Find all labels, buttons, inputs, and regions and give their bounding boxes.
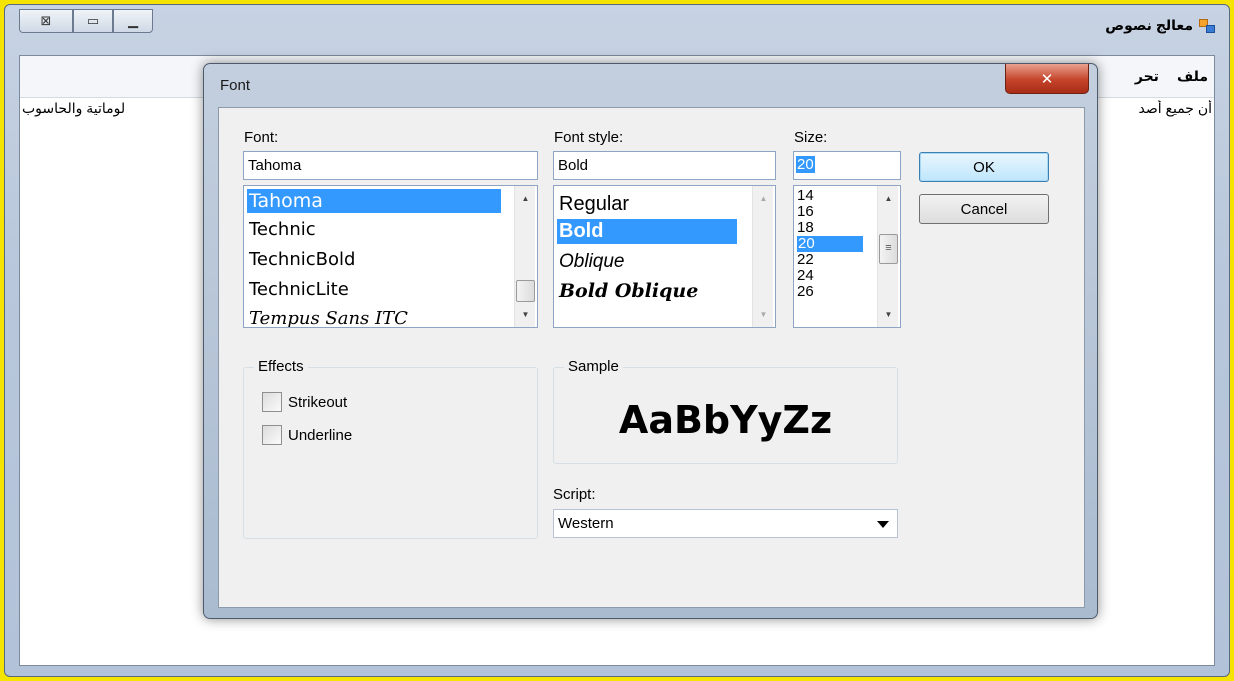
- font-list-item-tahoma[interactable]: Tahoma: [247, 189, 501, 213]
- underline-checkbox-row[interactable]: Underline: [262, 425, 352, 445]
- menu-item-edit[interactable]: تحر: [1135, 68, 1159, 85]
- size-item[interactable]: 16: [797, 204, 814, 220]
- size-label: Size:: [794, 129, 828, 146]
- dialog-title: Font: [220, 77, 251, 94]
- scroll-down-icon: ▼: [759, 310, 768, 319]
- font-list[interactable]: Tahoma Technic TechnicBold TechnicLite T…: [243, 185, 538, 328]
- restore-window-button[interactable]: ▭: [73, 9, 113, 33]
- caption-buttons: ⊠ ▭ ▁: [19, 9, 153, 35]
- close-window-button[interactable]: ⊠: [19, 9, 73, 33]
- scroll-up-icon[interactable]: ▲: [515, 190, 536, 207]
- scroll-up-icon: ▲: [759, 194, 768, 203]
- scroll-thumb[interactable]: ≡: [879, 234, 898, 264]
- size-list-scrollbar[interactable]: ▲ ≡ ▼: [877, 186, 898, 327]
- script-label: Script:: [553, 486, 596, 503]
- size-item[interactable]: 14: [797, 188, 814, 204]
- document-text-right: أن جميع أصد: [1138, 100, 1213, 116]
- window-title-bar: معالج نصوص: [1105, 17, 1215, 34]
- sample-preview-text: AaBbYyZz: [618, 398, 833, 442]
- sample-group: Sample AaBbYyZz: [553, 358, 898, 464]
- size-item[interactable]: 24: [797, 268, 814, 284]
- size-item[interactable]: 26: [797, 284, 814, 300]
- scroll-down-icon[interactable]: ▼: [878, 306, 899, 323]
- ok-button[interactable]: OK: [919, 152, 1049, 182]
- font-label: Font:: [244, 129, 279, 146]
- strikeout-label: Strikeout: [288, 393, 348, 411]
- effects-group: Effects Strikeout Underline: [243, 358, 538, 539]
- dialog-body: Font: Tahoma Tahoma Technic TechnicBold …: [218, 107, 1085, 608]
- sample-label: Sample: [564, 358, 623, 375]
- font-name-input[interactable]: Tahoma: [243, 151, 538, 180]
- strikeout-checkbox[interactable]: [262, 392, 282, 412]
- minimize-window-button[interactable]: ▁: [113, 9, 153, 33]
- font-style-list[interactable]: Regular Bold Oblique Bold Oblique ▲ ▼: [553, 185, 776, 328]
- size-item[interactable]: 18: [797, 220, 814, 236]
- style-item-oblique[interactable]: Oblique: [557, 251, 627, 273]
- size-input[interactable]: 20: [793, 151, 901, 180]
- size-input-value: 20: [796, 156, 815, 173]
- size-list[interactable]: 14 16 18 20 22 24 26 ▲ ≡ ▼: [793, 185, 901, 328]
- font-style-label: Font style:: [554, 129, 624, 146]
- font-list-item-techniclite[interactable]: TechnicLite: [247, 279, 351, 300]
- chevron-down-icon[interactable]: [877, 521, 889, 528]
- close-icon: ✕: [1040, 70, 1054, 88]
- underline-checkbox[interactable]: [262, 425, 282, 445]
- strikeout-checkbox-row[interactable]: Strikeout: [262, 392, 347, 412]
- script-select[interactable]: Western: [553, 509, 898, 538]
- size-item-selected[interactable]: 20: [797, 236, 863, 252]
- font-list-item-tempus[interactable]: Tempus Sans ITC: [247, 308, 410, 327]
- font-list-item-technic[interactable]: Technic: [247, 219, 318, 240]
- dialog-close-button[interactable]: ✕: [1005, 64, 1089, 94]
- style-item-regular[interactable]: Regular: [557, 193, 631, 216]
- effects-label: Effects: [254, 358, 308, 375]
- style-list-scrollbar[interactable]: ▲ ▼: [752, 186, 773, 327]
- document-text-left: لوماتية والحاسوب: [22, 100, 126, 116]
- cancel-button[interactable]: Cancel: [919, 194, 1049, 224]
- scroll-thumb[interactable]: [516, 280, 535, 302]
- style-item-bold-oblique[interactable]: Bold Oblique: [557, 280, 700, 302]
- font-list-item-technicbold[interactable]: TechnicBold: [247, 249, 357, 270]
- style-item-bold[interactable]: Bold: [557, 219, 737, 244]
- font-list-scrollbar[interactable]: ▲ ▼: [514, 186, 535, 327]
- menu-item-file[interactable]: ملف: [1177, 68, 1208, 85]
- size-item[interactable]: 22: [797, 252, 814, 268]
- scroll-down-icon[interactable]: ▼: [515, 306, 536, 323]
- scroll-up-icon[interactable]: ▲: [878, 190, 899, 207]
- font-style-input[interactable]: Bold: [553, 151, 776, 180]
- app-icon: [1199, 18, 1215, 33]
- window-title: معالج نصوص: [1105, 17, 1193, 33]
- font-dialog: Font ✕ Font: Tahoma Tahoma Technic Techn…: [203, 63, 1098, 619]
- script-select-value: Western: [558, 515, 614, 532]
- underline-label: Underline: [288, 426, 353, 444]
